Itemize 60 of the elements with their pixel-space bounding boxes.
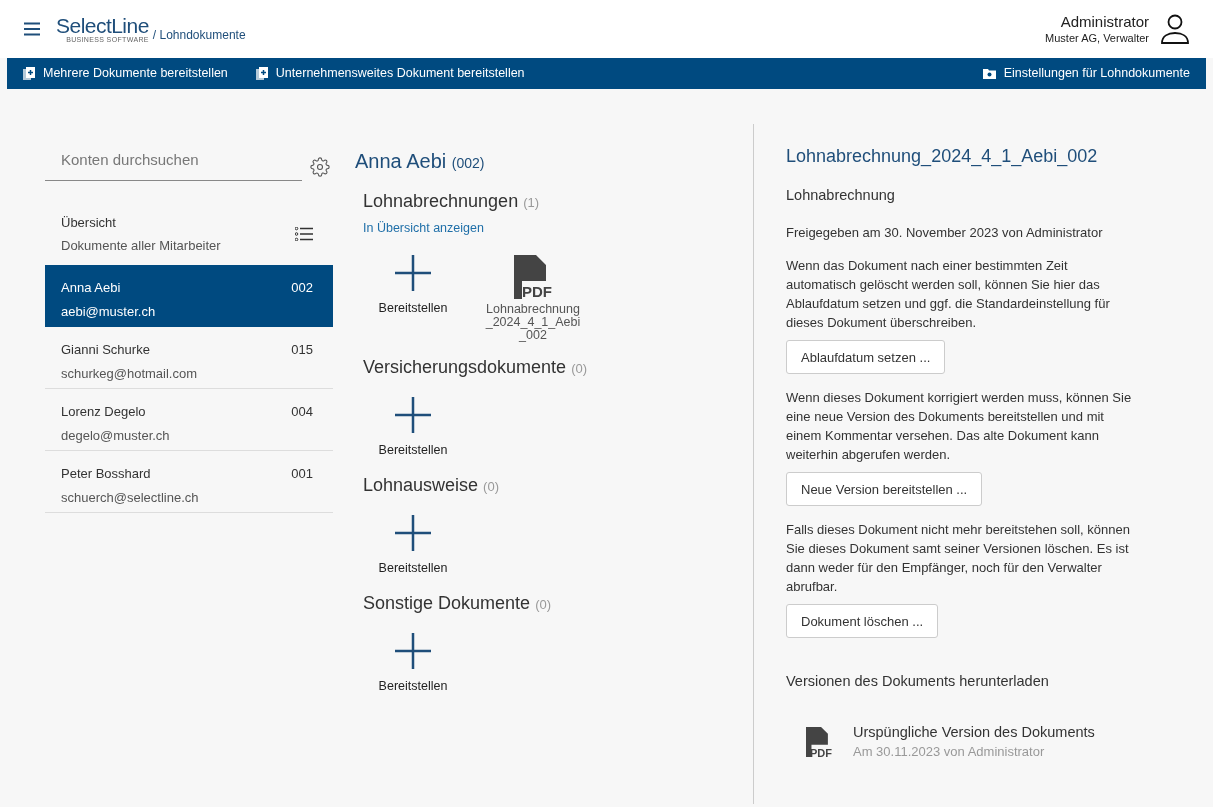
add-document-button[interactable]: Bereitstellen [363, 514, 463, 578]
user-name: Administrator [1060, 12, 1149, 32]
plus-icon [395, 255, 431, 291]
list-icon [295, 227, 313, 241]
employee-number: 015 [291, 341, 313, 359]
settings-icon[interactable] [310, 157, 330, 177]
employee-name: Anna Aebi [61, 279, 122, 297]
employee-item[interactable]: Anna Aebi aebi@muster.ch 002 [45, 265, 333, 327]
user-icon[interactable] [1161, 14, 1189, 44]
info-text: Wenn das Dokument nach einer bestimmten Zeit automatisch gelöscht werden soll, können Sie hier das Ablaufdatum setzen und ggf. die Standardeinstellung für dieses Dokument überschreiben. [786, 257, 1111, 332]
employee-number: 004 [291, 403, 313, 421]
employee-item[interactable]: Lorenz Degelo degelo@muster.ch 004 [45, 389, 333, 451]
action-button[interactable]: Neue Version bereitstellen ... [786, 472, 983, 506]
document-title: Lohnabrechnung_2024_4_1_Aebi_002 [786, 147, 1099, 166]
employee-number: 002 [291, 279, 313, 297]
release-info: Freigegeben am 30. November 2023 von Administrator [786, 224, 1104, 242]
employee-email: schurkeg@hotmail.com [61, 364, 198, 383]
action-button[interactable]: Dokument löschen ... [786, 604, 939, 638]
menu-button[interactable] [24, 22, 40, 36]
version-title[interactable]: Urspüngliche Version des Dokuments [853, 723, 1095, 742]
toolbar-button[interactable]: Mehrere Dokumente bereitstellen [23, 64, 228, 83]
menu-icon [24, 22, 40, 36]
plus-icon [395, 632, 431, 669]
document-item[interactable]: PDF Lohnabrechnung_2024_4_1_Aebi_002 [483, 255, 583, 342]
employee-heading: Anna Aebi (002) [355, 149, 486, 174]
section-heading: Lohnausweise (0) [363, 473, 500, 497]
employee-email: aebi@muster.ch [61, 302, 156, 321]
breadcrumb: / Lohndokumente [152, 27, 246, 44]
action-button[interactable]: Ablaufdatum setzen ... [786, 340, 946, 374]
version-meta: Am 30.11.2023 von Administrator [853, 743, 1046, 761]
user-role: Muster AG, Verwalter [1045, 31, 1149, 46]
info-text: Falls dieses Dokument nicht mehr bereitstehen soll, können Sie dieses Dokument samt seiner Versionen löschen. Es ist dann weder für den Empfänger, noch für den Verwalter abrufbar. [786, 521, 1131, 596]
employee-name: Peter Bosshard [61, 465, 152, 483]
overview-title: Übersicht [61, 214, 117, 232]
document-type: Lohnabrechnung [786, 186, 896, 205]
versions-heading: Versionen des Dokuments herunterladen [786, 672, 1050, 691]
show-in-overview-link[interactable]: In Übersicht anzeigen [363, 221, 484, 235]
employee-item[interactable]: Gianni Schurke schurkeg@hotmail.com 015 [45, 327, 333, 389]
employee-number: 001 [291, 465, 313, 483]
employee-item[interactable]: Peter Bosshard schuerch@selectline.ch 001 [45, 451, 333, 513]
add-document-icon [255, 67, 268, 80]
add-document-button[interactable]: Bereitstellen [363, 632, 463, 696]
section-heading: Lohnabrechnungen (1) [363, 190, 541, 213]
add-document-icon [23, 67, 35, 80]
overview-item[interactable]: Übersicht Dokumente aller Mitarbeiter [45, 203, 333, 265]
settings-toolbar-button[interactable]: Einstellungen für Lohndokumente [982, 64, 1190, 83]
search-field[interactable]: Konten durchsuchen [45, 139, 302, 181]
add-document-button[interactable]: Bereitstellen [363, 397, 463, 460]
overview-subtitle: Dokumente aller Mitarbeiter [61, 236, 221, 255]
toolbar-button[interactable]: Unternehmensweites Dokument bereitstellen [255, 64, 525, 83]
section-heading: Versicherungsdokumente (0) [363, 356, 589, 379]
employee-email: schuerch@selectline.ch [61, 488, 199, 507]
plus-icon [395, 514, 431, 551]
add-document-button[interactable]: Bereitstellen [363, 255, 463, 342]
employee-name: Gianni Schurke [61, 341, 151, 359]
plus-icon [395, 397, 431, 433]
employee-email: degelo@muster.ch [61, 426, 170, 445]
employee-name: Lorenz Degelo [61, 403, 147, 421]
section-heading: Sonstige Dokumente (0) [363, 591, 552, 615]
info-text: Wenn dieses Dokument korrigiert werden muss, können Sie eine neue Version des Dokuments bereitstellen und mit einem Kommentar versehen. Das alte Dokument kann weiterhin abgerufen werden. [786, 389, 1133, 464]
